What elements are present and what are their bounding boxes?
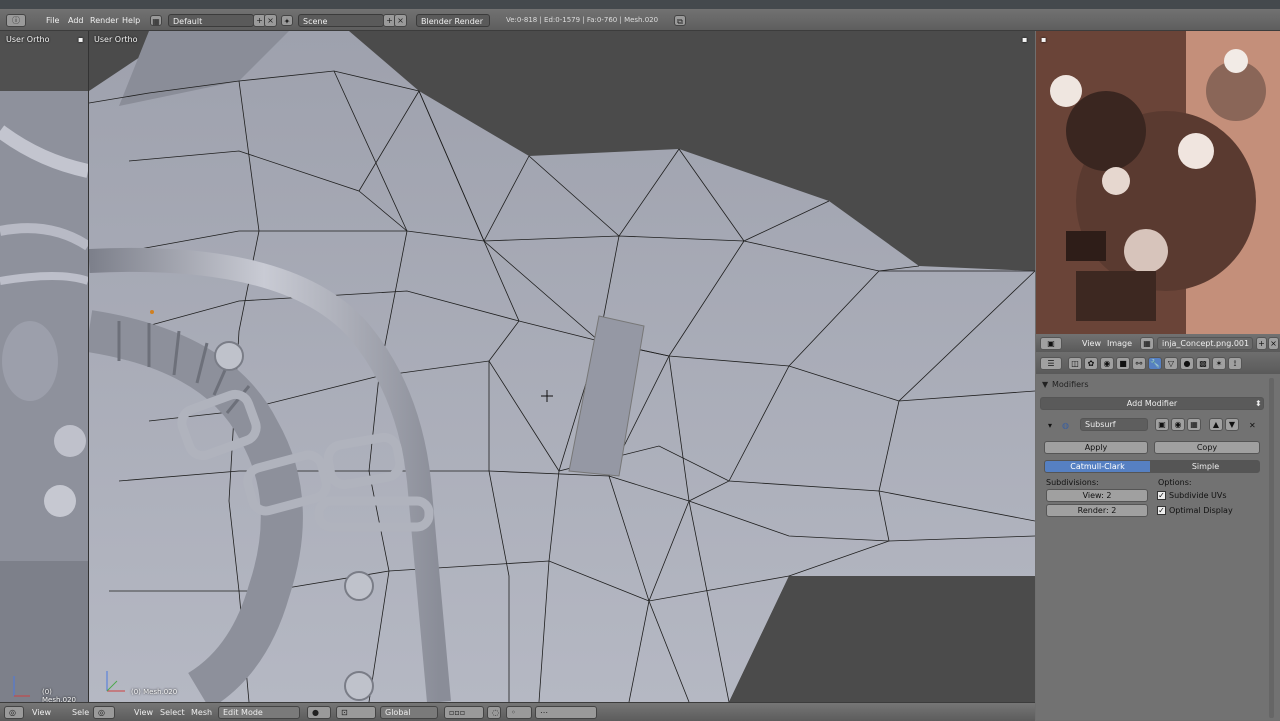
subsurf-modifier-icon: ◍ (1062, 421, 1069, 430)
proportional-edit-icon[interactable]: ◌ (487, 706, 501, 719)
modifiers-panel-title: Modifiers (1052, 380, 1089, 389)
collapse-triangle-icon[interactable]: ▼ (1042, 380, 1048, 389)
image-menu-image[interactable]: Image (1107, 339, 1132, 348)
left-viewport-corner-icon[interactable]: ▪ (78, 35, 83, 44)
apply-button[interactable]: Apply (1044, 441, 1148, 454)
select-mode-icon[interactable]: ◦ (506, 706, 532, 719)
render-levels-field[interactable]: Render: 2 (1046, 504, 1148, 517)
editmode-toggle-icon[interactable]: ▦ (1187, 418, 1201, 431)
left-menu-view[interactable]: View (32, 708, 51, 717)
object-tab-icon[interactable]: ■ (1116, 357, 1130, 370)
image-editor-type-icon[interactable]: ▣ (1040, 337, 1062, 350)
scene-stats: Ve:0-818 | Ed:0-1579 | Fa:0-760 | Mesh.0… (506, 16, 659, 24)
material-tab-icon[interactable]: ● (1180, 357, 1194, 370)
add-modifier-button[interactable]: Add Modifier (1040, 397, 1264, 410)
modifier-expand-icon[interactable]: ▾ (1048, 421, 1052, 430)
properties-scrollbar[interactable] (1269, 378, 1274, 718)
main-viewport-label: User Ortho (94, 35, 138, 44)
left-editor-type-icon[interactable]: ◎ (4, 706, 24, 719)
fullscreen-icon[interactable]: ⧉ (674, 15, 686, 26)
left-3d-viewport[interactable]: User Ortho ▪ (0) Mesh.020 (0, 31, 89, 702)
editor-type-icon[interactable]: ⓘ (6, 14, 26, 27)
image-menu-view[interactable]: View (1082, 339, 1101, 348)
add-modifier-dropdown-icon: ⬍ (1255, 399, 1262, 408)
constraints-tab-icon[interactable]: ⚯ (1132, 357, 1146, 370)
remove-scene-icon[interactable]: × (394, 14, 407, 27)
copy-button[interactable]: Copy (1154, 441, 1260, 454)
subdivisions-label: Subdivisions: (1046, 478, 1099, 487)
left-menu-select[interactable]: Sele (72, 708, 89, 717)
mode-select[interactable]: Edit Mode (218, 706, 300, 719)
subdivide-uvs-checkbox[interactable]: ✓ (1157, 491, 1166, 500)
image-editor-header: ▣ View Image ▦ inja_Concept.png.001 + × (1036, 334, 1280, 353)
menu-help[interactable]: Help (122, 16, 140, 25)
scene-icon[interactable]: ✦ (281, 15, 293, 26)
menu-render[interactable]: Render (90, 16, 118, 25)
properties-editor-type-icon[interactable]: ☰ (1040, 357, 1062, 370)
options-label: Options: (1158, 478, 1192, 487)
viewport-shading-icon[interactable]: ● (307, 706, 331, 719)
scene-field[interactable]: Scene (298, 14, 384, 27)
left-viewport-label: User Ortho (6, 35, 50, 44)
image-pin-icon[interactable]: + (1256, 337, 1267, 350)
texture-tab-icon[interactable]: ▩ (1196, 357, 1210, 370)
render-toggle-icon[interactable]: ▣ (1155, 418, 1169, 431)
optimal-display-label: Optimal Display (1169, 506, 1233, 515)
3d-view-header: ◎ View Sele ◎ View Select Mesh Edit Mode… (0, 702, 1035, 721)
simple-option[interactable]: Simple (1151, 460, 1260, 473)
main-3d-viewport[interactable]: User Ortho ▪ (0) Mesh.020 (89, 31, 1035, 702)
layout-icon[interactable]: ▦ (150, 15, 162, 26)
properties-header: ☰ ◫ ✿ ◉ ■ ⚯ 🔧 ▽ ● ▩ ✶ ⟟ (1036, 352, 1280, 374)
window-title-strip (0, 0, 1280, 9)
main-viewport-corner-icon[interactable]: ▪ (1022, 35, 1027, 44)
particles-tab-icon[interactable]: ✶ (1212, 357, 1226, 370)
image-browse-icon[interactable]: ▦ (1140, 337, 1154, 350)
pivot-point-icon[interactable]: ⊡ (336, 706, 376, 719)
scene-tab-icon[interactable]: ✿ (1084, 357, 1098, 370)
move-down-icon[interactable]: ▼ (1225, 418, 1239, 431)
modifier-name-field[interactable]: Subsurf (1080, 418, 1148, 431)
view-levels-field[interactable]: View: 2 (1046, 489, 1148, 502)
menu-file[interactable]: File (46, 16, 59, 25)
viewport-toggle-icon[interactable]: ◉ (1171, 418, 1185, 431)
editor-type-icon[interactable]: ◎ (93, 706, 115, 719)
left-viewport-geometry (0, 91, 88, 702)
image-close-icon[interactable]: × (1268, 337, 1279, 350)
image-name-field[interactable]: inja_Concept.png.001 (1157, 337, 1253, 350)
menu-select[interactable]: Select (160, 708, 185, 717)
info-header: ⓘ File Add Render Help ▦ Default + × ✦ S… (0, 0, 1280, 31)
image-editor-preview[interactable]: ▪ (1036, 31, 1280, 334)
concept-image (1036, 31, 1280, 334)
main-viewport-object-label: (0) Mesh.020 (131, 688, 178, 696)
optimal-display-checkbox[interactable]: ✓ (1157, 506, 1166, 515)
mesh-render (89, 31, 1035, 702)
menu-add[interactable]: Add (68, 16, 84, 25)
image-editor-corner-icon[interactable]: ▪ (1041, 35, 1046, 44)
remove-layout-icon[interactable]: × (264, 14, 277, 27)
render-tab-icon[interactable]: ◫ (1068, 357, 1082, 370)
render-engine-select[interactable]: Blender Render (416, 14, 490, 27)
remove-modifier-icon[interactable]: ✕ (1249, 421, 1256, 430)
catmull-clark-option[interactable]: Catmull-Clark (1044, 460, 1151, 473)
move-up-icon[interactable]: ▲ (1209, 418, 1223, 431)
layers-icon[interactable]: ▫▫▫ (444, 706, 484, 719)
modifiers-panel: ▼ Modifiers Add Modifier ⬍ ▾ ◍ Subsurf ▣… (1036, 374, 1280, 720)
menu-mesh[interactable]: Mesh (191, 708, 212, 717)
left-viewport-object-label: (0) Mesh.020 (42, 688, 77, 702)
screen-layout-field[interactable]: Default (168, 14, 254, 27)
subdivide-uvs-label: Subdivide UVs (1169, 491, 1227, 500)
modifiers-tab-icon[interactable]: 🔧 (1148, 357, 1162, 370)
world-tab-icon[interactable]: ◉ (1100, 357, 1114, 370)
data-tab-icon[interactable]: ▽ (1164, 357, 1178, 370)
physics-tab-icon[interactable]: ⟟ (1228, 357, 1242, 370)
snap-icon[interactable]: ⋯ (535, 706, 597, 719)
transform-orientation-select[interactable]: Global (380, 706, 438, 719)
menu-view[interactable]: View (134, 708, 153, 717)
